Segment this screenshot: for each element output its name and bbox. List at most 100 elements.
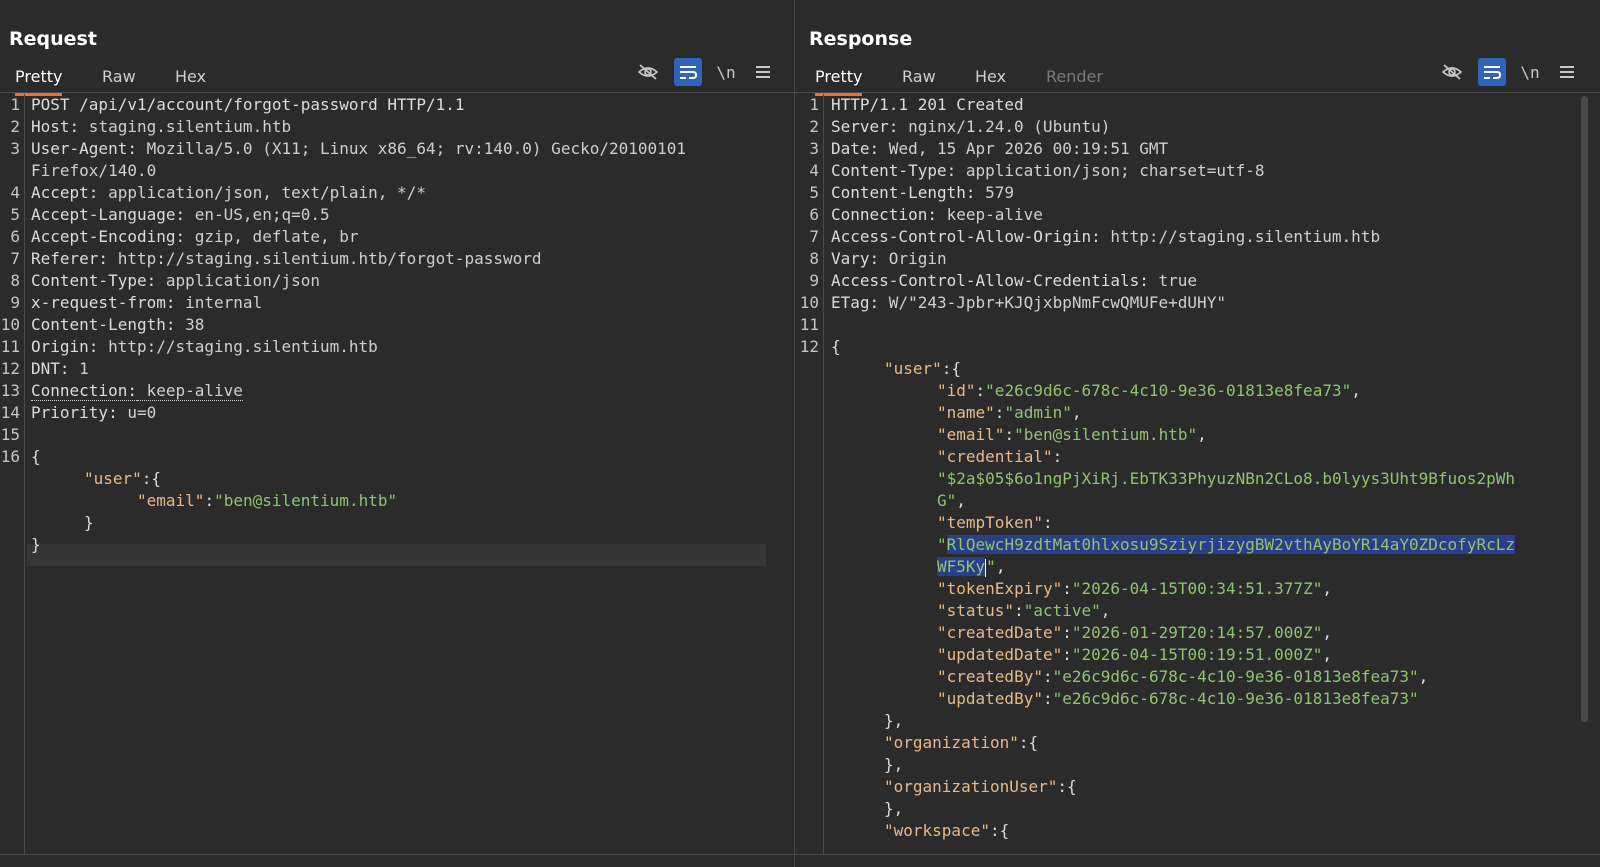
header-content-length: Content-Length: 38 bbox=[31, 314, 204, 336]
header-accept-encoding: Accept-Encoding: gzip, deflate, br bbox=[31, 226, 359, 248]
wrap-icon[interactable] bbox=[674, 58, 702, 86]
header-connection: Connection: keep-alive bbox=[831, 204, 1043, 226]
json-status-line: "status":"active", bbox=[937, 600, 1110, 622]
response-status-bar bbox=[795, 854, 1600, 867]
response-scrollbar[interactable] bbox=[1581, 96, 1588, 722]
response-code: HTTP/1.1 201 Created Server: nginx/1.24.… bbox=[831, 94, 1600, 854]
json-punct: , bbox=[1071, 403, 1082, 422]
json-temptoken-value[interactable]: "RlQewcH9zdtMat0hlxosu9SziyrjizygBW2vthA… bbox=[937, 534, 1515, 556]
header-name: Access-Control-Allow-Origin: bbox=[831, 227, 1101, 246]
json-updateddate-line: "updatedDate":"2026-04-15T00:19:51.000Z"… bbox=[937, 644, 1332, 666]
json-string: "2026-01-29T20:14:57.000Z" bbox=[1071, 623, 1323, 642]
json-organization-line: "organization":{ bbox=[884, 732, 1038, 754]
json-punct: , bbox=[956, 491, 966, 510]
json-key: "tokenExpiry" bbox=[937, 579, 1063, 598]
json-key: "createdDate" bbox=[937, 623, 1063, 642]
json-punct: , bbox=[1322, 645, 1332, 664]
hide-icon[interactable] bbox=[634, 58, 662, 86]
selected-text[interactable]: WF5Ky bbox=[937, 557, 986, 576]
header-name: Connection: bbox=[31, 381, 137, 401]
request-tab-raw[interactable]: Raw bbox=[102, 67, 136, 93]
line-number: 9 bbox=[809, 271, 819, 290]
wrap-icon[interactable] bbox=[1478, 58, 1506, 86]
request-toolbar: \n bbox=[634, 58, 784, 88]
newline-toggle[interactable]: \n bbox=[1516, 58, 1544, 86]
json-quote: " bbox=[986, 557, 996, 576]
line-number: 2 bbox=[10, 117, 20, 136]
json-createdby-line: "createdBy":"e26c9d6c-678c-4c10-9e36-018… bbox=[937, 666, 1428, 688]
request-status-bar bbox=[0, 854, 794, 867]
json-punct: : bbox=[1052, 447, 1063, 466]
json-punct: , bbox=[1197, 425, 1207, 444]
request-editor[interactable]: 1 2 3 4 5 6 7 8 9 10 11 12 13 14 15 16 P… bbox=[0, 94, 794, 854]
header-value: 579 bbox=[975, 183, 1015, 202]
hide-icon[interactable] bbox=[1438, 58, 1466, 86]
json-key: "email" bbox=[137, 491, 205, 510]
json-punct: , bbox=[1351, 381, 1361, 400]
header-dnt: DNT: 1 bbox=[31, 358, 89, 380]
json-credential-key-line: "credential": bbox=[937, 446, 1062, 468]
json-punct: : bbox=[1062, 623, 1072, 642]
request-tab-hex[interactable]: Hex bbox=[175, 67, 206, 93]
status-line: HTTP/1.1 201 Created bbox=[831, 95, 1024, 114]
json-key: "status" bbox=[937, 601, 1015, 620]
selected-text[interactable]: RlQewcH9zdtMat0hlxosu9SziyrjizygBW2vthAy… bbox=[946, 535, 1515, 554]
json-punct: : bbox=[1042, 689, 1053, 708]
json-temptoken-value-cont[interactable]: WF5Ky", bbox=[937, 556, 1005, 578]
newline-toggle[interactable]: \n bbox=[712, 58, 740, 86]
header-value: gzip, deflate, br bbox=[185, 227, 359, 246]
header-x-request-from: x-request-from: internal bbox=[31, 292, 262, 314]
header-name: x-request-from: bbox=[31, 293, 176, 312]
line-number: 11 bbox=[0, 337, 20, 356]
json-quote: " bbox=[937, 535, 947, 554]
header-priority: Priority: u=0 bbox=[31, 402, 156, 424]
header-value: u=0 bbox=[117, 403, 157, 422]
json-key: "email" bbox=[937, 425, 1005, 444]
line-number: 14 bbox=[0, 403, 20, 422]
line-number: 15 bbox=[0, 425, 20, 444]
header-name: Origin: bbox=[31, 337, 99, 356]
line-number: 11 bbox=[799, 315, 819, 334]
header-connection: Connection: keep-alive bbox=[31, 380, 243, 402]
line-number: 2 bbox=[809, 117, 819, 136]
header-name: Referer: bbox=[31, 249, 109, 268]
header-date: Date: Wed, 15 Apr 2026 00:19:51 GMT bbox=[831, 138, 1168, 160]
json-temptoken-key-line: "tempToken": bbox=[937, 512, 1053, 534]
header-name: Host: bbox=[31, 117, 80, 136]
json-punct: : bbox=[994, 403, 1005, 422]
menu-icon[interactable] bbox=[749, 58, 777, 86]
header-name: Vary: bbox=[831, 249, 880, 268]
json-punct: :{ bbox=[141, 469, 162, 488]
header-name: Server: bbox=[831, 117, 899, 136]
response-tab-raw[interactable]: Raw bbox=[902, 67, 936, 93]
json-credential-value-cont: G", bbox=[937, 490, 966, 512]
header-name: Connection: bbox=[831, 205, 937, 224]
header-referer: Referer: http://staging.silentium.htb/fo… bbox=[31, 248, 542, 270]
json-createddate-line: "createdDate":"2026-01-29T20:14:57.000Z"… bbox=[937, 622, 1332, 644]
request-line-gutter: 1 2 3 4 5 6 7 8 9 10 11 12 13 14 15 16 bbox=[0, 94, 25, 854]
header-name: Date: bbox=[831, 139, 880, 158]
json-close-brace: }, bbox=[884, 755, 904, 774]
menu-icon[interactable] bbox=[1553, 58, 1581, 86]
header-value: application/json, text/plain, */* bbox=[98, 183, 426, 202]
header-content-type: Content-Type: application/json bbox=[31, 270, 320, 292]
response-editor[interactable]: 1 2 3 4 5 6 7 8 9 10 11 12 HTTP/1.1 201 … bbox=[795, 94, 1600, 854]
response-tab-render[interactable]: Render bbox=[1046, 67, 1103, 93]
json-punct: :{ bbox=[1018, 733, 1039, 752]
header-name: Content-Type: bbox=[831, 161, 957, 180]
json-string: "ben@silentium.htb" bbox=[214, 491, 398, 510]
header-name: Accept-Language: bbox=[31, 205, 186, 224]
response-tab-hex[interactable]: Hex bbox=[975, 67, 1006, 93]
line-number: 4 bbox=[809, 161, 819, 180]
header-name: Accept: bbox=[31, 183, 99, 202]
line-number: 12 bbox=[799, 337, 819, 356]
header-value: true bbox=[1148, 271, 1198, 290]
header-name: Priority: bbox=[31, 403, 118, 422]
header-value: http://staging.silentium.htb bbox=[1100, 227, 1381, 246]
line-number: 5 bbox=[10, 205, 20, 224]
header-user-agent: User-Agent: Mozilla/5.0 (X11; Linux x86_… bbox=[31, 138, 686, 160]
json-credential-value: "$2a$05$6o1ngPjXiRj.EbTK33PhyuzNBn2CLo8.… bbox=[937, 469, 1515, 488]
json-tokenexpiry-line: "tokenExpiry":"2026-04-15T00:34:51.377Z"… bbox=[937, 578, 1332, 600]
header-value: Mozilla/5.0 (X11; Linux x86_64; rv:140.0… bbox=[136, 139, 687, 158]
json-string: "2026-04-15T00:19:51.000Z" bbox=[1071, 645, 1323, 664]
